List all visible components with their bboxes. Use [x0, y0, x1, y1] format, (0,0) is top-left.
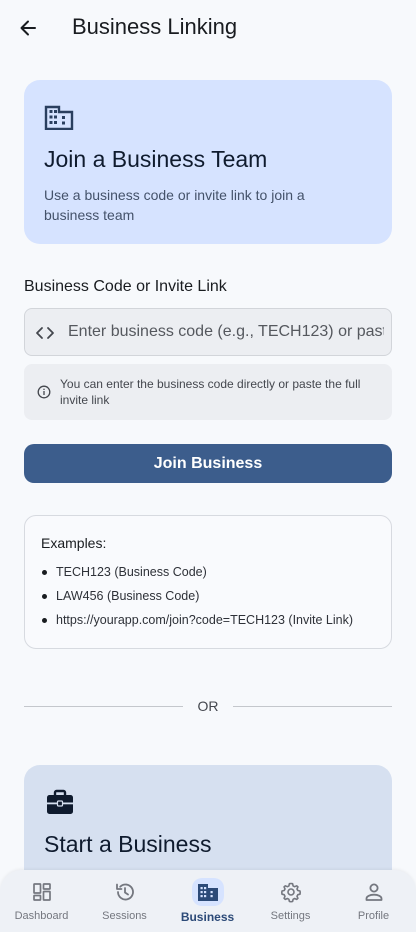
join-business-card: Join a Business Team Use a business code…: [24, 80, 392, 244]
bottom-navigation: Dashboard Sessions Business Settings Pro…: [0, 870, 416, 932]
nav-label: Profile: [357, 910, 390, 922]
join-card-title: Join a Business Team: [44, 146, 268, 172]
hint-box: You can enter the business code directly…: [24, 364, 392, 420]
page-title: Business Linking: [72, 14, 238, 39]
back-button[interactable]: [12, 12, 44, 44]
hint-text: You can enter the business code directly…: [60, 377, 361, 407]
building-icon: [197, 884, 218, 901]
list-item: LAW456 (Business Code): [41, 584, 353, 608]
list-item: https://yourapp.com/join?code=TECH123 (I…: [41, 608, 353, 632]
nav-item-settings[interactable]: Settings: [249, 870, 332, 932]
app-bar: Business Linking: [0, 0, 416, 56]
business-code-input[interactable]: [68, 309, 384, 355]
nav-item-dashboard[interactable]: Dashboard: [0, 870, 83, 932]
history-icon: [115, 883, 134, 901]
divider-right: [233, 706, 392, 707]
start-card-title: Start a Business: [44, 831, 212, 857]
info-icon: [37, 385, 51, 399]
person-icon: [365, 883, 382, 901]
dashboard-icon: [32, 883, 51, 901]
nav-label: Dashboard: [14, 910, 69, 922]
building-icon: [44, 105, 74, 130]
divider-left: [24, 706, 183, 707]
nav-label: Sessions: [102, 910, 147, 922]
code-icon: [36, 327, 54, 339]
list-item: TECH123 (Business Code): [41, 560, 353, 584]
briefcase-icon: [47, 789, 73, 814]
arrow-back-icon: [20, 20, 36, 36]
gear-icon: [280, 882, 301, 903]
nav-label: Settings: [270, 910, 311, 922]
nav-label: Business: [180, 910, 235, 924]
nav-item-profile[interactable]: Profile: [332, 870, 415, 932]
examples-title: Examples:: [41, 535, 107, 551]
join-card-description: Use a business code or invite link to jo…: [44, 187, 305, 223]
nav-item-business[interactable]: Business: [166, 870, 249, 932]
examples-box: Examples: TECH123 (Business Code) LAW456…: [24, 515, 392, 649]
examples-list: TECH123 (Business Code) LAW456 (Business…: [41, 560, 353, 632]
join-business-button[interactable]: Join Business: [24, 444, 392, 483]
business-code-field[interactable]: [24, 308, 392, 356]
nav-item-sessions[interactable]: Sessions: [83, 870, 166, 932]
or-divider-label: OR: [197, 698, 219, 714]
field-label: Business Code or Invite Link: [24, 278, 227, 295]
business-linking-screen: Business Linking Join a Business Team Us…: [0, 0, 416, 932]
